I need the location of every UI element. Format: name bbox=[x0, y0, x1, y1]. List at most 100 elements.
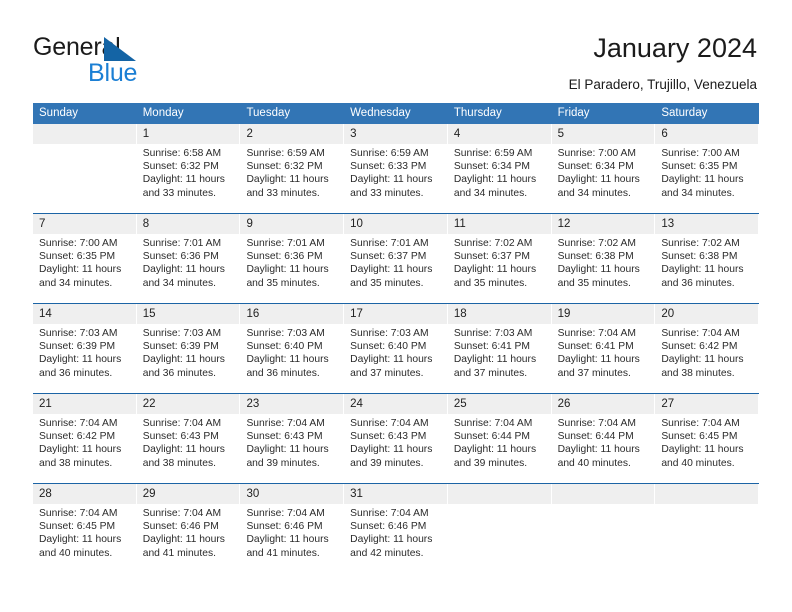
calendar-day-cell[interactable]: 8 Sunrise: 7:01 AM Sunset: 6:36 PM Daylight… bbox=[136, 214, 241, 303]
sun-info: Sunrise: 6:59 AM Sunset: 6:32 PM Daylight:… bbox=[240, 144, 344, 200]
calendar-day-cell[interactable]: 22 Sunrise: 7:04 AM Sunset: 6:43 PM Dayligh… bbox=[136, 394, 241, 483]
calendar-day-cell[interactable]: 19 Sunrise: 7:04 AM Sunset: 6:41 PM Dayligh… bbox=[551, 304, 656, 393]
sun-info: Sunrise: 7:04 AM Sunset: 6:44 PM Daylight:… bbox=[552, 414, 656, 470]
sunrise-text: Sunrise: 6:59 AM bbox=[453, 148, 533, 159]
calendar-day-cell[interactable]: 11 Sunrise: 7:02 AM Sunset: 6:37 PM Dayligh… bbox=[447, 214, 552, 303]
sunset-text: Sunset: 6:40 PM bbox=[246, 341, 323, 353]
calendar-day-cell[interactable]: 5 Sunrise: 7:00 AM Sunset: 6:34 PM Daylight… bbox=[551, 124, 656, 213]
day-number: 22 bbox=[142, 398, 156, 410]
day-number: 9 bbox=[246, 218, 253, 230]
sunset-text: Sunset: 6:46 PM bbox=[246, 521, 323, 533]
calendar-day-cell[interactable]: 30 Sunrise: 7:04 AM Sunset: 6:46 PM Dayligh… bbox=[240, 484, 345, 573]
sunrise-text: Sunrise: 7:01 AM bbox=[350, 238, 429, 249]
calendar-day-cell[interactable]: 10 Sunrise: 7:01 AM Sunset: 6:37 PM Dayligh… bbox=[344, 214, 448, 303]
daylight-text-line2: and 38 minutes. bbox=[39, 457, 113, 469]
sunrise-text: Sunrise: 7:03 AM bbox=[350, 328, 429, 339]
day-number-band: 31 bbox=[344, 484, 448, 504]
daylight-text-line1: Daylight: 11 hours bbox=[39, 444, 122, 456]
calendar-day-cell[interactable]: 26 Sunrise: 7:04 AM Sunset: 6:44 PM Dayligh… bbox=[551, 394, 656, 483]
day-number: 14 bbox=[39, 308, 52, 320]
day-number-band: 3 bbox=[344, 124, 448, 144]
sunrise-text: Sunrise: 7:04 AM bbox=[661, 418, 740, 429]
daylight-text-line2: and 34 minutes. bbox=[557, 187, 631, 199]
day-number-band bbox=[33, 124, 137, 144]
calendar-day-cell[interactable]: 14 Sunrise: 7:03 AM Sunset: 6:39 PM Dayligh… bbox=[33, 304, 137, 393]
calendar-week-row: 21 Sunrise: 7:04 AM Sunset: 6:42 PM Dayligh… bbox=[33, 393, 760, 483]
sun-info: Sunrise: 7:03 AM Sunset: 6:41 PM Daylight:… bbox=[448, 324, 552, 380]
day-number: 17 bbox=[350, 308, 363, 320]
sun-info: Sunrise: 7:01 AM Sunset: 6:36 PM Daylight:… bbox=[240, 234, 344, 290]
sunrise-text: Sunrise: 7:04 AM bbox=[39, 508, 118, 519]
day-number: 2 bbox=[246, 128, 253, 140]
sunset-text: Sunset: 6:44 PM bbox=[557, 431, 634, 443]
calendar-day-cell[interactable]: 4 Sunrise: 6:59 AM Sunset: 6:34 PM Daylight… bbox=[447, 124, 552, 213]
calendar-day-cell[interactable]: 3 Sunrise: 6:59 AM Sunset: 6:33 PM Daylight… bbox=[344, 124, 448, 213]
calendar-day-cell[interactable]: 12 Sunrise: 7:02 AM Sunset: 6:38 PM Dayligh… bbox=[551, 214, 656, 303]
day-name-monday: Monday bbox=[142, 107, 184, 119]
day-name-thursday: Thursday bbox=[453, 107, 502, 119]
calendar-day-cell[interactable]: 20 Sunrise: 7:04 AM Sunset: 6:42 PM Dayligh… bbox=[655, 304, 760, 393]
day-number-band: 19 bbox=[551, 304, 656, 324]
calendar-day-cell[interactable]: 9 Sunrise: 7:01 AM Sunset: 6:36 PM Daylight… bbox=[240, 214, 345, 303]
daylight-text-line2: and 36 minutes. bbox=[246, 367, 320, 379]
calendar-day-cell[interactable]: 2 Sunrise: 6:59 AM Sunset: 6:32 PM Daylight… bbox=[240, 124, 345, 213]
general-blue-logo[interactable]: General Blue bbox=[33, 32, 183, 88]
sun-info: Sunrise: 7:04 AM Sunset: 6:45 PM Daylight:… bbox=[33, 504, 137, 560]
daylight-text-line2: and 39 minutes. bbox=[246, 457, 320, 469]
sun-info: Sunrise: 7:04 AM Sunset: 6:44 PM Daylight:… bbox=[448, 414, 552, 470]
daylight-text-line1: Daylight: 11 hours bbox=[453, 174, 537, 186]
sun-info: Sunrise: 7:04 AM Sunset: 6:43 PM Daylight:… bbox=[240, 414, 344, 470]
calendar-day-cell[interactable]: 15 Sunrise: 7:03 AM Sunset: 6:39 PM Dayligh… bbox=[136, 304, 241, 393]
calendar-day-cell[interactable]: 17 Sunrise: 7:03 AM Sunset: 6:40 PM Dayligh… bbox=[344, 304, 448, 393]
sun-info: Sunrise: 7:02 AM Sunset: 6:38 PM Daylight:… bbox=[655, 234, 759, 290]
day-number-band: 12 bbox=[551, 214, 656, 234]
day-name-wednesday: Wednesday bbox=[350, 107, 411, 119]
day-number-band: 25 bbox=[447, 394, 552, 414]
sunrise-text: Sunrise: 7:04 AM bbox=[142, 508, 222, 519]
calendar-day-cell[interactable]: 27 Sunrise: 7:04 AM Sunset: 6:45 PM Dayligh… bbox=[655, 394, 760, 483]
sunrise-text: Sunrise: 7:04 AM bbox=[557, 328, 637, 339]
calendar-day-cell[interactable]: 29 Sunrise: 7:04 AM Sunset: 6:46 PM Dayligh… bbox=[136, 484, 241, 573]
sunset-text: Sunset: 6:35 PM bbox=[39, 251, 116, 263]
day-number-band: 24 bbox=[344, 394, 448, 414]
calendar-day-cell[interactable]: 16 Sunrise: 7:03 AM Sunset: 6:40 PM Dayligh… bbox=[240, 304, 345, 393]
calendar-day-cell[interactable]: 25 Sunrise: 7:04 AM Sunset: 6:44 PM Dayligh… bbox=[447, 394, 552, 483]
sunset-text: Sunset: 6:43 PM bbox=[246, 431, 323, 443]
calendar-week-row: 14 Sunrise: 7:03 AM Sunset: 6:39 PM Dayligh… bbox=[33, 303, 760, 393]
day-number-band: 18 bbox=[447, 304, 552, 324]
sunset-text: Sunset: 6:35 PM bbox=[661, 161, 738, 173]
sunset-text: Sunset: 6:36 PM bbox=[142, 251, 219, 263]
calendar-day-cell[interactable]: 28 Sunrise: 7:04 AM Sunset: 6:45 PM Dayligh… bbox=[33, 484, 137, 573]
day-number-band: 23 bbox=[240, 394, 345, 414]
sunset-text: Sunset: 6:41 PM bbox=[557, 341, 634, 353]
daylight-text-line2: and 35 minutes. bbox=[557, 277, 631, 289]
calendar-day-cell[interactable]: 6 Sunrise: 7:00 AM Sunset: 6:35 PM Daylight… bbox=[655, 124, 760, 213]
daylight-text-line1: Daylight: 11 hours bbox=[350, 444, 433, 456]
calendar-day-cell[interactable]: 23 Sunrise: 7:04 AM Sunset: 6:43 PM Dayligh… bbox=[240, 394, 345, 483]
sun-info: Sunrise: 7:04 AM Sunset: 6:46 PM Daylight:… bbox=[240, 504, 344, 560]
calendar-day-cell[interactable]: 7 Sunrise: 7:00 AM Sunset: 6:35 PM Daylight… bbox=[33, 214, 137, 303]
day-number: 8 bbox=[142, 218, 150, 230]
sunrise-text: Sunrise: 6:58 AM bbox=[142, 148, 222, 159]
daylight-text-line2: and 40 minutes. bbox=[557, 457, 631, 469]
sun-info: Sunrise: 7:02 AM Sunset: 6:38 PM Daylight:… bbox=[552, 234, 656, 290]
sunrise-text: Sunrise: 7:00 AM bbox=[39, 238, 118, 249]
daylight-text-line2: and 40 minutes. bbox=[39, 547, 113, 559]
daylight-text-line1: Daylight: 11 hours bbox=[142, 264, 225, 276]
sunset-text: Sunset: 6:34 PM bbox=[557, 161, 634, 173]
sunrise-text: Sunrise: 7:02 AM bbox=[557, 238, 637, 249]
sunrise-text: Sunrise: 7:02 AM bbox=[661, 238, 740, 249]
calendar-day-cell[interactable]: 13 Sunrise: 7:02 AM Sunset: 6:38 PM Dayligh… bbox=[655, 214, 760, 303]
calendar-day-cell[interactable]: 24 Sunrise: 7:04 AM Sunset: 6:43 PM Dayligh… bbox=[344, 394, 448, 483]
sunset-text: Sunset: 6:46 PM bbox=[142, 521, 219, 533]
calendar-day-cell[interactable]: 18 Sunrise: 7:03 AM Sunset: 6:41 PM Dayligh… bbox=[447, 304, 552, 393]
sunrise-text: Sunrise: 7:03 AM bbox=[246, 328, 325, 339]
sunset-text: Sunset: 6:43 PM bbox=[350, 431, 427, 443]
daylight-text-line1: Daylight: 11 hours bbox=[453, 444, 537, 456]
calendar-day-cell[interactable]: 31 Sunrise: 7:04 AM Sunset: 6:46 PM Dayligh… bbox=[344, 484, 448, 573]
calendar-day-cell[interactable]: 21 Sunrise: 7:04 AM Sunset: 6:42 PM Dayligh… bbox=[33, 394, 137, 483]
day-number-band: 9 bbox=[240, 214, 345, 234]
daylight-text-line2: and 39 minutes. bbox=[453, 457, 528, 469]
calendar-day-cell[interactable]: 1 Sunrise: 6:58 AM Sunset: 6:32 PM Daylight… bbox=[136, 124, 241, 213]
daylight-text-line2: and 34 minutes. bbox=[661, 187, 735, 199]
